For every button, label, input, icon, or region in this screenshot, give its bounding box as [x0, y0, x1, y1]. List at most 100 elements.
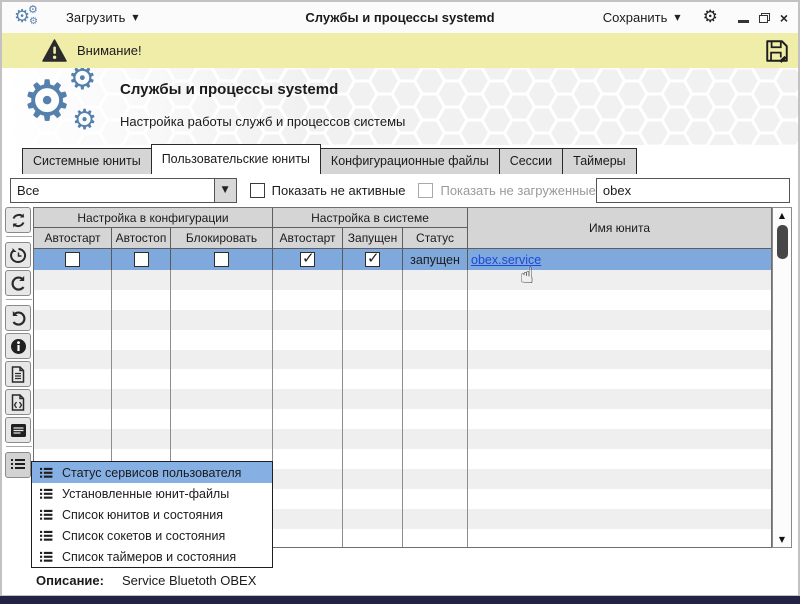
- show-inactive-checkbox[interactable]: [250, 183, 265, 198]
- search-input[interactable]: [596, 178, 790, 203]
- table-row-empty: [34, 389, 771, 409]
- list-icon: [39, 509, 53, 521]
- block-cfg-checkbox[interactable]: [214, 252, 229, 267]
- autostart-sys-checkbox[interactable]: [300, 252, 315, 267]
- save-all-button[interactable]: [764, 38, 790, 64]
- tab-timers[interactable]: Таймеры: [562, 148, 637, 174]
- status-lists-menu: Статус сервисов пользователя Установленн…: [31, 461, 273, 568]
- hand-cursor-icon: ☝: [520, 265, 534, 288]
- journal-icon: [10, 423, 27, 438]
- window-title: Службы и процессы systemd: [202, 10, 598, 25]
- menu-item-label: Установленные юнит-файлы: [62, 487, 229, 501]
- save-menu-button[interactable]: Сохранить ▼: [597, 6, 687, 29]
- document-icon: [10, 366, 26, 383]
- autostart-cfg-checkbox[interactable]: [65, 252, 80, 267]
- autostop-cfg-checkbox[interactable]: [134, 252, 149, 267]
- left-toolbar: [5, 207, 33, 480]
- history-clock-icon: [10, 247, 27, 264]
- status-value: запущен: [410, 253, 460, 267]
- column-header-unit-name: Имя юнита: [468, 208, 771, 249]
- app-window: ⚙⚙⚙ Загрузить ▼ Службы и процессы system…: [0, 0, 800, 597]
- column-header-status: Статус: [403, 228, 468, 249]
- desktop-strip: [0, 596, 800, 604]
- warning-bar: Внимание!: [2, 33, 798, 68]
- tab-bar: Системные юниты Пользовательские юниты К…: [22, 145, 798, 174]
- menu-item-timers-and-states[interactable]: Список таймеров и состояния: [32, 546, 272, 567]
- table-row-empty: [34, 369, 771, 389]
- scroll-down-button[interactable]: ▼: [773, 532, 791, 547]
- journal-button[interactable]: [5, 417, 31, 443]
- menu-item-user-services-status[interactable]: Статус сервисов пользователя: [32, 462, 272, 483]
- load-menu-button[interactable]: Загрузить ▼: [60, 6, 145, 29]
- status-lists-button[interactable]: [5, 452, 31, 478]
- undo-icon: [10, 310, 27, 327]
- page-subtitle: Настройка работы служб и процессов систе…: [120, 114, 405, 129]
- menu-item-label: Список сокетов и состояния: [62, 529, 225, 543]
- list-icon: [39, 467, 53, 479]
- tab-sessions[interactable]: Сессии: [499, 148, 563, 174]
- floppy-save-icon: [764, 38, 790, 64]
- table-row-empty: [34, 330, 771, 350]
- minimize-button[interactable]: [738, 12, 749, 23]
- systemd-gears-logo: ⚙⚙⚙: [22, 68, 122, 145]
- show-unloaded-label: Показать не загруженные: [440, 183, 595, 198]
- scrollbar-thumb[interactable]: [777, 225, 788, 259]
- table-row-empty: [34, 290, 771, 310]
- redo-button[interactable]: [5, 270, 31, 296]
- table-row-empty: [34, 350, 771, 370]
- page-title: Службы и процессы systemd: [120, 81, 338, 98]
- minimize-icon: [738, 20, 749, 23]
- column-header-autostart-cfg: Автостарт: [34, 228, 112, 249]
- menu-item-sockets-and-states[interactable]: Список сокетов и состояния: [32, 525, 272, 546]
- tab-config-files[interactable]: Конфигурационные файлы: [320, 148, 500, 174]
- redo-icon: [10, 275, 27, 292]
- scroll-up-button[interactable]: ▲: [773, 208, 791, 223]
- refresh-button[interactable]: [5, 207, 31, 233]
- list-icon: [39, 551, 53, 563]
- column-header-autostop-cfg: Автостоп: [112, 228, 171, 249]
- info-button[interactable]: [5, 333, 31, 359]
- info-icon: [10, 338, 27, 355]
- running-sys-checkbox[interactable]: [365, 252, 380, 267]
- tab-system-units[interactable]: Системные юниты: [22, 148, 152, 174]
- config-file-button[interactable]: [5, 361, 31, 387]
- app-header: ⚙⚙⚙ Службы и процессы systemd Настройка …: [2, 68, 798, 145]
- list-menu-icon: [10, 458, 26, 472]
- unit-source-button[interactable]: [5, 389, 31, 415]
- menu-item-label: Статус сервисов пользователя: [62, 466, 241, 480]
- load-menu-label: Загрузить: [66, 10, 125, 25]
- show-inactive-label: Показать не активные: [272, 183, 406, 198]
- refresh-icon: [10, 212, 27, 229]
- tab-user-units[interactable]: Пользовательские юниты: [151, 144, 321, 174]
- document-code-icon: [10, 394, 26, 411]
- unit-filter-combobox[interactable]: Все ▼: [10, 178, 237, 203]
- close-button[interactable]: ×: [780, 10, 788, 26]
- title-bar: ⚙⚙⚙ Загрузить ▼ Службы и процессы system…: [2, 2, 798, 34]
- settings-gear-icon[interactable]: ⚙: [703, 9, 718, 26]
- table-row-empty: [34, 270, 771, 290]
- save-menu-label: Сохранить: [603, 10, 668, 25]
- column-header-block-cfg: Блокировать: [171, 228, 273, 249]
- combobox-value: Все: [11, 183, 214, 198]
- menu-item-units-and-states[interactable]: Список юнитов и состояния: [32, 504, 272, 525]
- table-header: Настройка в конфигурации Настройка в сис…: [34, 208, 771, 249]
- filter-bar: Все ▼ Показать не активные Показать не з…: [10, 178, 790, 203]
- table-row-empty: [34, 429, 771, 449]
- menu-item-label: Список таймеров и состояния: [62, 550, 236, 564]
- unit-row[interactable]: запущен obex.service: [34, 249, 771, 270]
- maximize-button[interactable]: [759, 13, 770, 23]
- toolbar-separator: [6, 236, 32, 237]
- table-scrollbar[interactable]: ▲ ▼: [772, 207, 792, 548]
- description-label: Описание:: [36, 573, 122, 588]
- group-header-config: Настройка в конфигурации: [34, 208, 273, 228]
- description-value: Service Bluetoth OBEX: [122, 573, 256, 588]
- undo-button[interactable]: [5, 305, 31, 331]
- restore-history-button[interactable]: [5, 242, 31, 268]
- list-icon: [39, 488, 53, 500]
- warning-label: Внимание!: [77, 43, 142, 58]
- description-row: Описание: Service Bluetoth OBEX: [36, 573, 256, 588]
- menu-item-installed-unit-files[interactable]: Установленные юнит-файлы: [32, 483, 272, 504]
- table-row-empty: [34, 409, 771, 429]
- combobox-arrow-icon[interactable]: ▼: [214, 179, 236, 202]
- show-unloaded-checkbox[interactable]: [418, 183, 433, 198]
